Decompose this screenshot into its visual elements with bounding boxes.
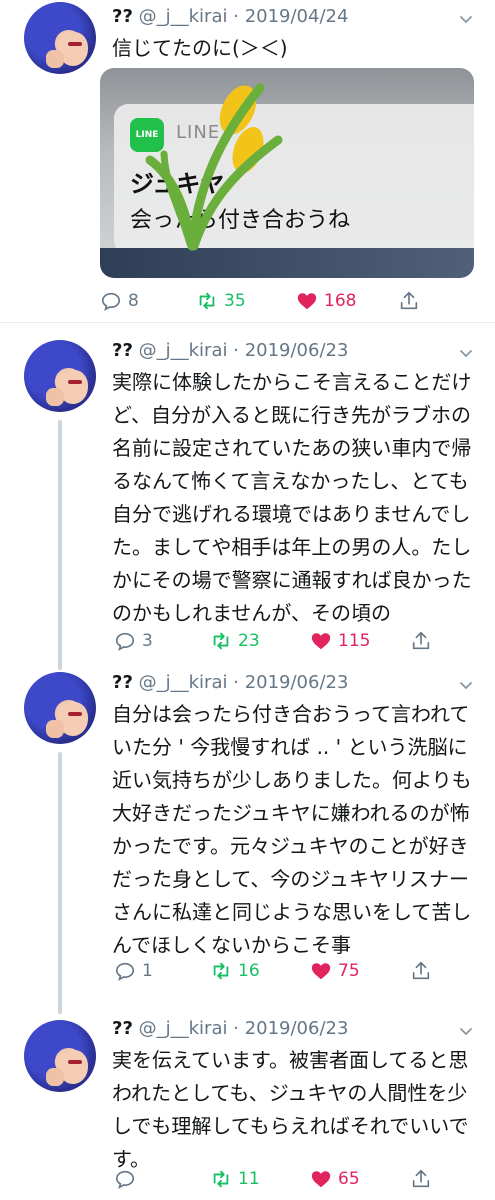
- avatar[interactable]: [24, 672, 96, 744]
- retweet-button[interactable]: 11: [210, 1166, 260, 1192]
- share-icon: [400, 291, 418, 310]
- tweet-divider: [0, 322, 495, 323]
- avatar[interactable]: [24, 1020, 96, 1092]
- tweet[interactable]: ?? @_j__kirai · 2019/04/24 信じてたのに(＞＜) LI…: [0, 0, 495, 322]
- reply-button[interactable]: 3: [114, 628, 153, 654]
- reply-button[interactable]: 8: [100, 288, 139, 314]
- retweet-button[interactable]: 16: [210, 958, 260, 984]
- tweet-header: ?? @_j__kirai · 2019/06/23: [112, 1018, 348, 1039]
- share-button[interactable]: [410, 958, 438, 984]
- share-icon: [412, 961, 430, 980]
- reply-icon: [115, 1170, 135, 1189]
- retweet-count: 23: [238, 631, 260, 651]
- reply-count: 3: [142, 631, 153, 651]
- share-button[interactable]: [398, 288, 426, 314]
- tweet-date[interactable]: 2019/06/23: [245, 1018, 349, 1039]
- user-handle[interactable]: @_j__kirai: [139, 672, 228, 693]
- tweet-date[interactable]: 2019/06/23: [245, 672, 349, 693]
- tweet-actions: 11 65: [100, 1166, 430, 1192]
- like-count: 65: [338, 1169, 360, 1189]
- tweet-header: ?? @_j__kirai · 2019/06/23: [112, 672, 348, 693]
- separator: ·: [233, 1018, 239, 1039]
- reply-button[interactable]: [114, 1166, 142, 1192]
- share-button[interactable]: [410, 628, 438, 654]
- retweet-count: 35: [224, 291, 246, 311]
- display-name[interactable]: ??: [112, 340, 133, 361]
- display-name[interactable]: ??: [112, 1018, 133, 1039]
- tweet-text: 信じてたのに(＞＜): [112, 36, 288, 60]
- reply-icon: [115, 632, 135, 651]
- retweet-button[interactable]: 23: [210, 628, 260, 654]
- like-count: 75: [338, 961, 360, 981]
- share-button[interactable]: [410, 1166, 438, 1192]
- like-button[interactable]: 75: [310, 958, 360, 984]
- retweet-button[interactable]: 35: [196, 288, 246, 314]
- avatar[interactable]: [24, 340, 96, 412]
- like-button[interactable]: 65: [310, 1166, 360, 1192]
- display-name[interactable]: ??: [112, 672, 133, 693]
- tweet[interactable]: ?? @_j__kirai · 2019/06/23 実際に体験したからこそ言え…: [0, 330, 495, 660]
- retweet-icon: [213, 1170, 229, 1188]
- retweet-icon: [213, 962, 229, 980]
- share-icon: [412, 631, 430, 650]
- like-count: 115: [338, 631, 371, 651]
- like-count: 168: [324, 291, 357, 311]
- tweet-actions: 3 23 115: [100, 628, 430, 654]
- reply-icon: [115, 962, 135, 981]
- tweet-date[interactable]: 2019/04/24: [245, 6, 349, 27]
- chevron-down-icon[interactable]: [459, 12, 473, 26]
- user-handle[interactable]: @_j__kirai: [139, 1018, 228, 1039]
- retweet-icon: [199, 292, 215, 310]
- retweet-count: 11: [238, 1169, 260, 1189]
- tweet-text: 実を伝えています。被害者面してると思われたとしても、ジュキヤの人間性を少しでも理…: [112, 1048, 469, 1171]
- reply-icon: [101, 292, 121, 311]
- tweet-actions: 8 35 168: [100, 288, 430, 314]
- reply-button[interactable]: 1: [114, 958, 153, 984]
- user-handle[interactable]: @_j__kirai: [139, 6, 228, 27]
- retweet-icon: [213, 632, 229, 650]
- tweet-header: ?? @_j__kirai · 2019/06/23: [112, 340, 348, 361]
- tweet-text: 実際に体験したからこそ言えることだけど、自分が入ると既に行き先がラブホの名前に設…: [112, 370, 472, 625]
- like-icon: [311, 633, 331, 650]
- display-name[interactable]: ??: [112, 6, 133, 27]
- tweet[interactable]: ?? @_j__kirai · 2019/06/23 自分は会ったら付き合おうっ…: [0, 662, 495, 992]
- tweet[interactable]: ?? @_j__kirai · 2019/06/23 実を伝えています。被害者面…: [0, 1008, 495, 1200]
- reply-count: 1: [142, 961, 153, 981]
- avatar[interactable]: [24, 2, 96, 74]
- doodle-drawing: [145, 83, 283, 251]
- like-icon: [311, 963, 331, 980]
- like-icon: [311, 1171, 331, 1188]
- separator: ·: [233, 672, 239, 693]
- separator: ·: [233, 340, 239, 361]
- retweet-count: 16: [238, 961, 260, 981]
- chevron-down-icon[interactable]: [459, 678, 473, 692]
- chevron-down-icon[interactable]: [459, 346, 473, 360]
- share-icon: [412, 1169, 430, 1188]
- like-button[interactable]: 115: [310, 628, 370, 654]
- separator: ·: [233, 6, 239, 27]
- user-handle[interactable]: @_j__kirai: [139, 340, 228, 361]
- like-button[interactable]: 168: [296, 288, 356, 314]
- tweet-date[interactable]: 2019/06/23: [245, 340, 349, 361]
- tweet-header: ?? @_j__kirai · 2019/04/24: [112, 6, 348, 27]
- like-icon: [297, 293, 317, 310]
- tweet-text: 自分は会ったら付き合おうって言われていた分 ' 今我慢すれば .. ' という洗…: [112, 702, 472, 957]
- tweet-media[interactable]: LINE LINE ジュキヤ 会ったら付き合おうね: [100, 68, 474, 278]
- reply-count: 8: [128, 291, 139, 311]
- chevron-down-icon[interactable]: [459, 1024, 473, 1038]
- tweet-actions: 1 16 75: [100, 958, 430, 984]
